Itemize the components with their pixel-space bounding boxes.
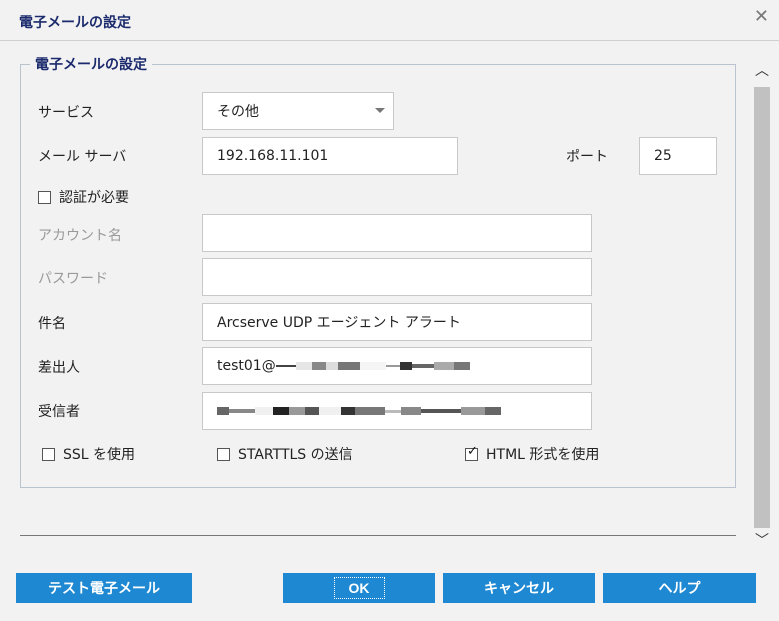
redacted-text xyxy=(421,409,461,413)
redacted-text xyxy=(433,362,454,370)
mail-server-input[interactable]: 192.168.11.101 xyxy=(202,137,458,175)
redacted-text xyxy=(217,407,229,415)
email-settings-dialog: 電子メールの設定 ✕ 電子メールの設定 サービス その他 メール サーバ 192… xyxy=(0,0,779,621)
redacted-text xyxy=(325,362,338,370)
checkbox-box[interactable]: ✓ xyxy=(465,443,478,461)
auth-required-label: 認証が必要 xyxy=(59,190,129,206)
redacted-text xyxy=(305,407,319,415)
test-email-button[interactable]: テスト電子メール xyxy=(16,573,192,603)
chevron-down-icon xyxy=(375,108,385,113)
vertical-scrollbar[interactable]: ︿ ﹀ xyxy=(749,58,774,554)
mail-server-label: メール サーバ xyxy=(38,149,127,165)
redacted-text xyxy=(295,362,312,370)
service-select[interactable]: その他 xyxy=(202,92,394,130)
sender-label: 差出人 xyxy=(38,360,80,376)
account-name-label: アカウント名 xyxy=(38,228,122,244)
redacted-text xyxy=(485,407,501,415)
redacted-text xyxy=(289,407,305,415)
redacted-text xyxy=(275,365,296,367)
starttls-label: STARTTLS の送信 xyxy=(238,447,353,463)
redacted-text xyxy=(255,407,273,415)
redacted-text xyxy=(461,407,485,415)
redacted-text xyxy=(341,407,355,415)
password-input[interactable] xyxy=(202,258,592,296)
group-legend: 電子メールの設定 xyxy=(30,54,152,74)
title-bar: 電子メールの設定 ✕ xyxy=(0,0,779,41)
recipients-input[interactable] xyxy=(202,392,592,430)
dialog-title: 電子メールの設定 xyxy=(19,15,131,31)
html-format-label: HTML 形式を使用 xyxy=(486,447,600,463)
cancel-button[interactable]: キャンセル xyxy=(443,573,595,603)
redacted-text xyxy=(273,407,289,415)
checkbox-box[interactable] xyxy=(38,190,51,204)
subject-label: 件名 xyxy=(38,316,66,332)
starttls-checkbox[interactable]: STARTTLS の送信 xyxy=(217,444,353,464)
redacted-text xyxy=(401,407,421,415)
checkbox-box[interactable] xyxy=(42,447,55,461)
help-button[interactable]: ヘルプ xyxy=(603,573,756,603)
redacted-text xyxy=(385,365,400,367)
service-label: サービス xyxy=(38,105,94,121)
redacted-text xyxy=(229,409,255,413)
redacted-text xyxy=(311,362,326,370)
checkmark-icon: ✓ xyxy=(467,443,478,459)
redacted-text xyxy=(385,409,401,413)
redacted-text xyxy=(359,362,386,370)
password-label: パスワード xyxy=(38,271,108,287)
redacted-text xyxy=(337,362,360,370)
auth-required-checkbox[interactable]: 認証が必要 xyxy=(38,187,129,207)
chevron-down-icon[interactable]: ﹀ xyxy=(752,530,772,550)
service-value: その他 xyxy=(217,104,259,120)
redacted-text xyxy=(411,364,434,368)
use-ssl-label: SSL を使用 xyxy=(63,447,136,463)
close-icon[interactable]: ✕ xyxy=(754,6,769,27)
subject-input[interactable]: Arcserve UDP エージェント アラート xyxy=(202,303,592,341)
redacted-text xyxy=(453,362,470,370)
redacted-text xyxy=(355,407,385,415)
scrollbar-thumb[interactable] xyxy=(754,87,770,528)
checkbox-box[interactable] xyxy=(217,447,230,461)
redacted-text xyxy=(319,407,341,415)
html-format-checkbox[interactable]: ✓ HTML 形式を使用 xyxy=(465,444,599,464)
sender-value: test01@ xyxy=(217,358,276,374)
divider xyxy=(20,535,736,536)
recipients-label: 受信者 xyxy=(38,404,80,420)
port-label: ポート xyxy=(566,149,608,165)
redacted-text xyxy=(399,362,412,370)
use-ssl-checkbox[interactable]: SSL を使用 xyxy=(42,444,135,464)
ok-label: OK xyxy=(333,577,385,599)
port-input[interactable]: 25 xyxy=(639,137,717,175)
account-name-input[interactable] xyxy=(202,214,592,252)
sender-input[interactable]: test01@ xyxy=(202,347,592,385)
ok-button[interactable]: OK xyxy=(283,573,435,603)
chevron-up-icon[interactable]: ︿ xyxy=(752,60,772,80)
